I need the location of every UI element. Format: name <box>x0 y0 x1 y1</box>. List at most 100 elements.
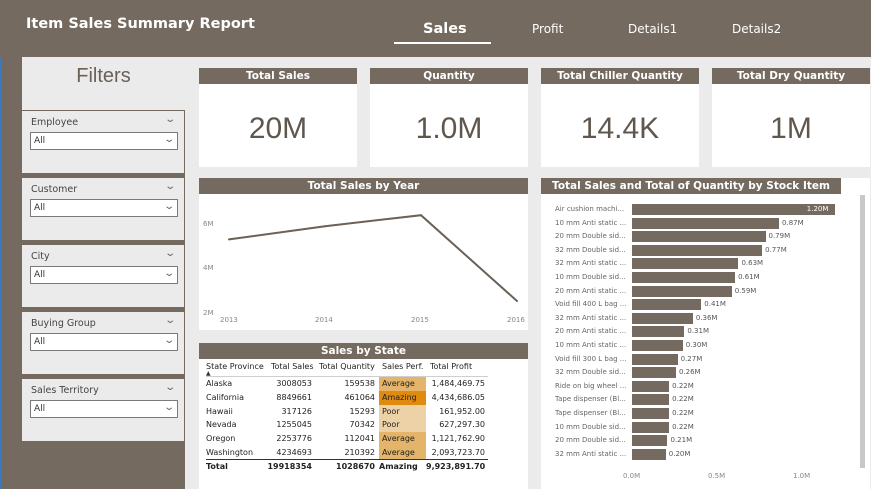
card-title: Total Dry Quantity <box>712 68 870 84</box>
filters-title: Filters <box>76 65 131 87</box>
state-table-title: Sales by State <box>199 343 528 359</box>
bar-category-label: Air cushion machi... <box>555 205 625 213</box>
chevron-down-icon[interactable]: ⌄ <box>164 181 176 192</box>
slicer-value: All <box>34 203 46 213</box>
buying-group-dropdown[interactable]: All ⌄ <box>30 333 178 351</box>
sales-trend-line[interactable] <box>228 214 518 302</box>
bar-value-label: 0.22M <box>672 395 694 404</box>
slicer-value: All <box>34 270 46 280</box>
bar[interactable] <box>632 340 683 351</box>
card-total-chiller-quantity[interactable]: Total Chiller Quantity 14.4K <box>541 68 699 167</box>
year-chart-panel[interactable]: Total Sales by Year 6M 4M 2M 2013 2014 2… <box>199 178 528 330</box>
bar-category-label: Tape dispenser (Bl... <box>555 409 626 417</box>
table-cell-sales: 4234693 <box>276 448 312 457</box>
slicer-label: Sales Territory <box>31 385 99 396</box>
table-cell-sales: 2253776 <box>276 434 312 444</box>
card-title: Total Chiller Quantity <box>541 68 699 84</box>
bar[interactable] <box>632 408 670 419</box>
bar-category-label: 20 mm Double sid... <box>555 436 626 445</box>
year-line-chart <box>228 214 518 302</box>
bar[interactable] <box>632 367 676 379</box>
stock-item-chart-panel[interactable]: Total Sales and Total of Quantity by Sto… <box>541 178 870 489</box>
customer-dropdown[interactable]: All ⌄ <box>30 199 178 217</box>
table-cell-perf: Amazing <box>379 390 426 405</box>
data-point[interactable] <box>420 214 422 217</box>
bar[interactable] <box>632 258 739 270</box>
x-tick-label: 0.0M <box>623 472 641 480</box>
bar[interactable] <box>632 421 670 433</box>
bar[interactable] <box>632 353 678 365</box>
table-cell-profit: 627,297.30 <box>439 420 485 430</box>
bar[interactable] <box>632 326 685 338</box>
bar-value-label: 0.36M <box>695 313 718 322</box>
bar[interactable] <box>632 299 702 311</box>
state-table-panel[interactable]: Sales by State State Province Total Sale… <box>199 343 528 489</box>
left-strip <box>0 57 22 489</box>
bar[interactable] <box>632 217 780 229</box>
bar[interactable] <box>632 231 766 243</box>
bar[interactable] <box>632 448 666 460</box>
table-cell-qty: 70342 <box>349 420 375 430</box>
column-header-state[interactable]: State Province <box>206 362 264 371</box>
data-point[interactable] <box>516 300 518 302</box>
bar-value-label: 0.31M <box>687 327 710 336</box>
x-tick-label: 1.0M <box>793 472 811 480</box>
employee-dropdown[interactable]: All ⌄ <box>30 132 178 150</box>
table-cell-sales: 317126 <box>281 406 312 416</box>
chevron-down-icon[interactable]: ⌄ <box>164 114 176 125</box>
table-cell-sales: 8849661 <box>276 392 312 402</box>
active-tab-underline <box>394 42 491 44</box>
sales-territory-dropdown[interactable]: All ⌄ <box>30 400 178 418</box>
chevron-down-icon[interactable]: ⌄ <box>164 248 176 259</box>
bar[interactable] <box>632 272 736 283</box>
bar[interactable] <box>632 380 670 392</box>
column-header-total-profit[interactable]: Total Profit <box>430 362 472 371</box>
chevron-down-icon[interactable]: ⌄ <box>164 315 176 326</box>
tab-details1[interactable]: Details1 <box>628 22 677 36</box>
report-title: Item Sales Summary Report <box>26 16 255 32</box>
bar[interactable] <box>632 435 668 447</box>
bar[interactable] <box>632 244 763 256</box>
city-dropdown[interactable]: All ⌄ <box>30 266 178 284</box>
slicer-label: Customer <box>31 184 78 195</box>
tab-profit[interactable]: Profit <box>532 22 563 36</box>
bar-value-label: 1.20M <box>806 205 829 213</box>
chevron-down-icon[interactable]: ⌄ <box>164 382 176 393</box>
tab-sales[interactable]: Sales <box>423 21 467 37</box>
table-cell-qty: 461064 <box>344 392 375 402</box>
table-cell-profit: 4,434,686.05 <box>431 392 485 402</box>
table-cell-sales: 1255045 <box>276 420 312 430</box>
card-total-dry-quantity[interactable]: Total Dry Quantity 1M <box>712 68 870 167</box>
bar-category-label: 32 mm Double sid... <box>555 245 626 254</box>
card-quantity[interactable]: Quantity 1.0M <box>370 68 528 167</box>
bar-category-label: 32 mm Double sid... <box>555 368 626 377</box>
bar[interactable] <box>632 394 670 406</box>
data-point[interactable] <box>228 238 230 241</box>
scrollbar[interactable] <box>860 195 865 468</box>
slicer-customer: Customer ⌄ All ⌄ <box>22 178 184 240</box>
bar[interactable] <box>632 204 835 215</box>
bar-value-label: 0.41M <box>704 300 726 309</box>
table-cell-qty: 159538 <box>344 379 375 388</box>
data-point[interactable] <box>324 225 326 228</box>
column-header-total-sales[interactable]: Total Sales <box>271 362 314 371</box>
bar-value-label: 0.63M <box>741 259 764 268</box>
table-cell-sales: 3008053 <box>276 379 312 388</box>
column-header-total-quantity[interactable]: Total Quantity <box>319 362 375 371</box>
bar-value-label: 0.61M <box>738 273 760 281</box>
bar[interactable] <box>632 285 732 297</box>
column-header-sales-perf[interactable]: Sales Perf. <box>382 362 423 371</box>
slicer-label: Buying Group <box>31 318 96 329</box>
slicer-buying-group: Buying Group ⌄ All ⌄ <box>22 312 184 374</box>
slicer-value: All <box>34 404 46 414</box>
slicer-label: City <box>31 251 50 262</box>
bar-value-label: 0.77M <box>765 245 787 254</box>
card-total-sales[interactable]: Total Sales 20M <box>199 68 357 167</box>
tab-details2[interactable]: Details2 <box>732 22 781 36</box>
table-cell-qty: 1028670 <box>336 462 375 471</box>
bar[interactable] <box>632 312 693 324</box>
filters-pane: Filters Employee ⌄ All ⌄ Customer ⌄ All … <box>22 57 185 489</box>
bar-value-label: 0.79M <box>768 232 791 241</box>
bar-value-label: 0.20M <box>668 449 691 458</box>
bar-category-label: 32 mm Anti static ... <box>555 313 627 322</box>
